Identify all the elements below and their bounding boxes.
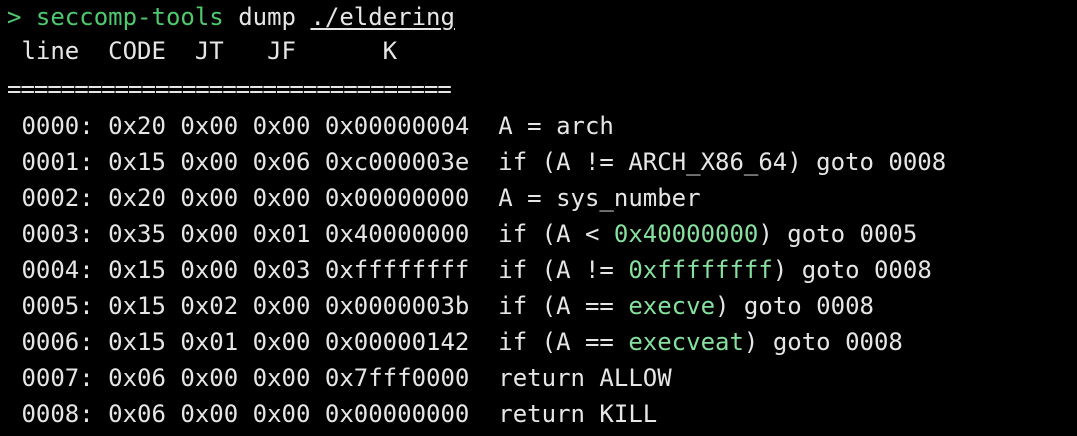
- bpf-row-suffix: ) goto 0008: [772, 256, 932, 284]
- bpf-row: 0008: 0x06 0x00 0x00 0x00000000 return K…: [7, 396, 1077, 432]
- bpf-row-text: 0004: 0x15 0x00 0x03 0xffffffff if (A !=: [7, 256, 629, 284]
- bpf-row-highlight: 0xffffffff: [628, 256, 773, 284]
- command-line: > seccomp-tools dump ./eldering: [7, 0, 1077, 34]
- bpf-row-text: 0005: 0x15 0x02 0x00 0x0000003b if (A ==: [7, 292, 629, 320]
- bpf-row: 0005: 0x15 0x02 0x00 0x0000003b if (A ==…: [7, 288, 1077, 324]
- bpf-row-text: 0003: 0x35 0x00 0x01 0x40000000 if (A <: [7, 220, 614, 248]
- bpf-row-text: 0000: 0x20 0x00 0x00 0x00000004 A = arch: [7, 112, 614, 140]
- bpf-row-suffix: ) goto 0008: [743, 328, 903, 356]
- bpf-row-highlight: execve: [628, 292, 716, 320]
- bpf-row: 0007: 0x06 0x00 0x00 0x7fff0000 return A…: [7, 360, 1077, 396]
- bpf-row-text: 0002: 0x20 0x00 0x00 0x00000000 A = sys_…: [7, 184, 701, 212]
- bpf-row: 0006: 0x15 0x01 0x00 0x00000142 if (A ==…: [7, 324, 1077, 360]
- bpf-row: 0002: 0x20 0x00 0x00 0x00000000 A = sys_…: [7, 180, 1077, 216]
- bpf-row-text: 0007: 0x06 0x00 0x00 0x7fff0000 return A…: [7, 364, 672, 392]
- prompt-symbol: >: [7, 3, 22, 31]
- bpf-row-highlight: 0x40000000: [613, 220, 759, 248]
- terminal-window[interactable]: > seccomp-tools dump ./eldering line COD…: [0, 0, 1077, 436]
- bpf-row-text: 0006: 0x15 0x01 0x00 0x00000142 if (A ==: [7, 328, 629, 356]
- bpf-row-text: 0008: 0x06 0x00 0x00 0x00000000 return K…: [7, 400, 658, 428]
- command-name: seccomp-tools: [35, 3, 224, 31]
- bpf-row: 0004: 0x15 0x00 0x03 0xffffffff if (A !=…: [7, 252, 1077, 288]
- command-path: ./eldering: [310, 3, 455, 31]
- table-header: line CODE JT JF K: [7, 37, 398, 65]
- bpf-row-highlight: execveat: [628, 328, 744, 356]
- command-subcommand: dump: [238, 3, 296, 31]
- bpf-rows: 0000: 0x20 0x00 0x00 0x00000004 A = arch…: [7, 108, 1077, 432]
- separator-line: =================================: [7, 75, 452, 103]
- bpf-row: 0003: 0x35 0x00 0x01 0x40000000 if (A < …: [7, 216, 1077, 252]
- bpf-row: 0001: 0x15 0x00 0x06 0xc000003e if (A !=…: [7, 144, 1077, 180]
- bpf-row-suffix: ) goto 0008: [715, 292, 874, 320]
- bpf-row-suffix: ) goto 0005: [758, 220, 918, 248]
- bpf-row-text: 0001: 0x15 0x00 0x06 0xc000003e if (A !=…: [7, 148, 947, 176]
- bpf-row: 0000: 0x20 0x00 0x00 0x00000004 A = arch: [7, 108, 1077, 144]
